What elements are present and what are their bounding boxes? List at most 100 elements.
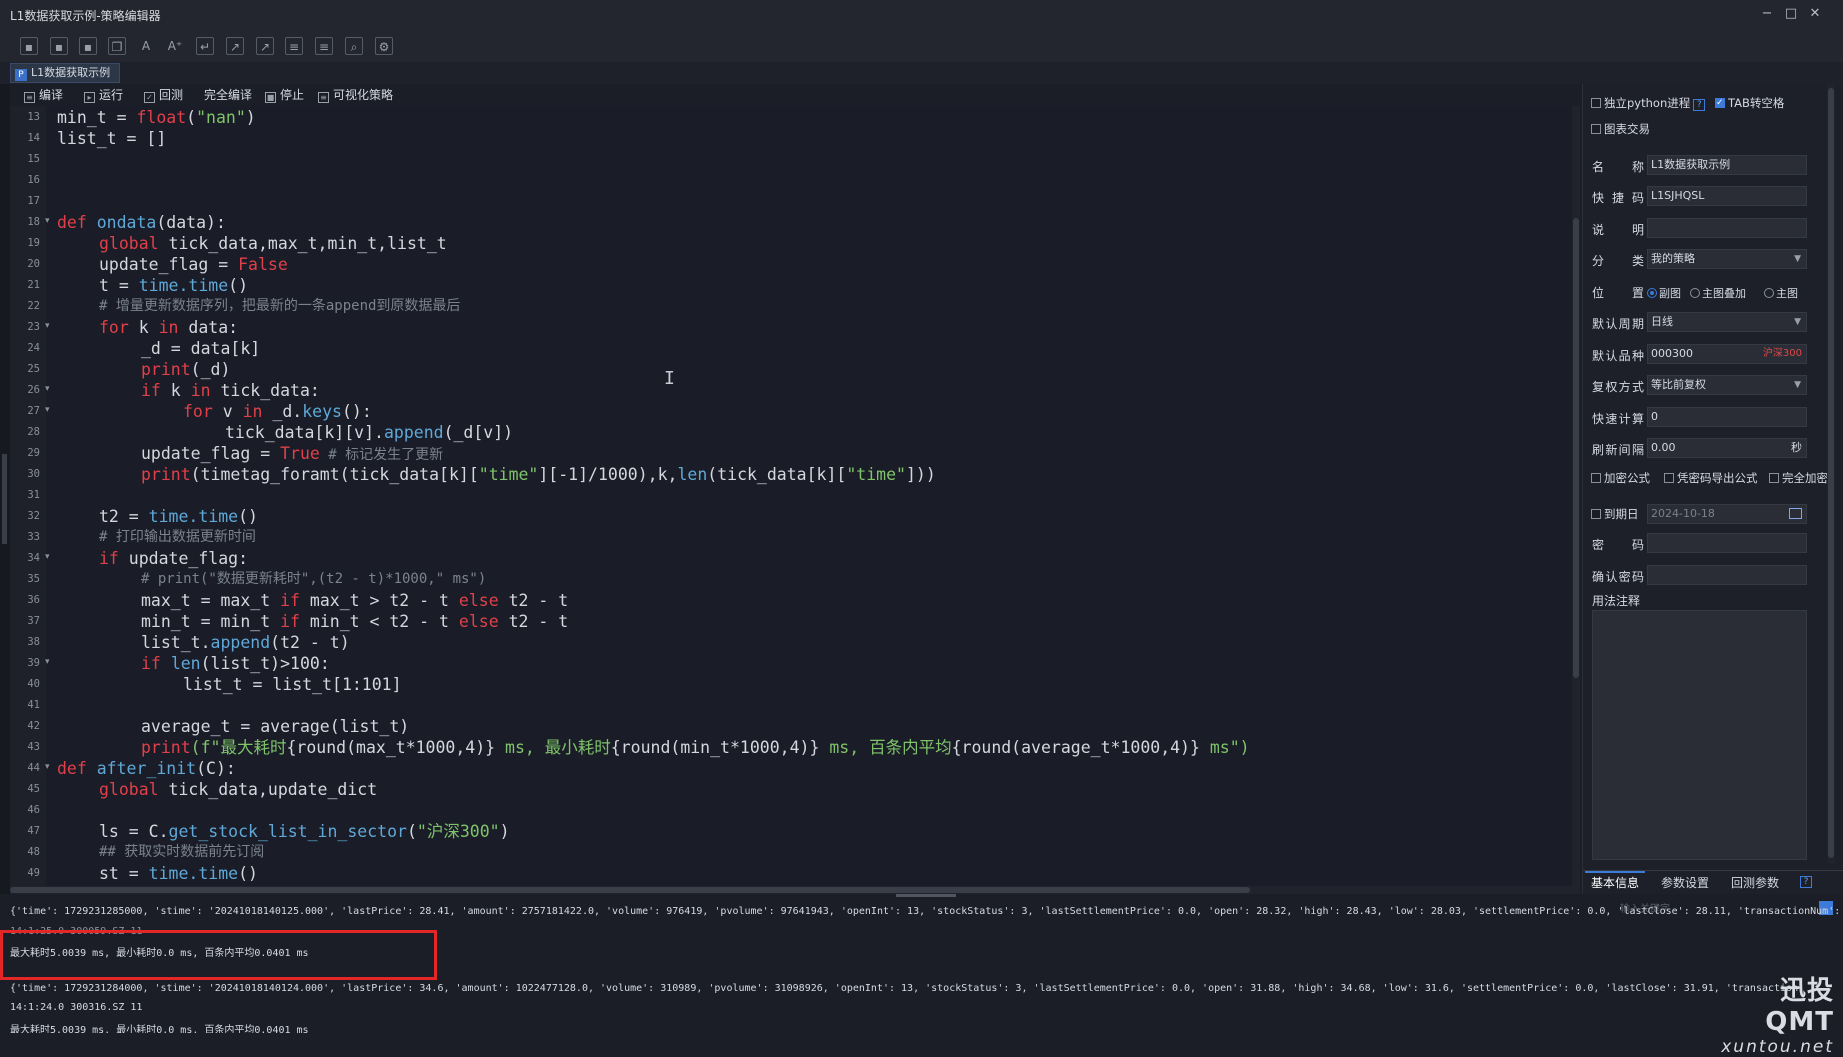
save-as-icon[interactable]: ▪	[50, 37, 68, 55]
code-line-45: global tick_data,update_dict	[99, 780, 378, 799]
checkbox-box-checked	[1715, 96, 1725, 110]
run-button[interactable]: ▸ 运行	[84, 87, 123, 103]
line-number: 48	[27, 846, 40, 858]
visual-strategy-button[interactable]: ≡ 可视化策略	[318, 87, 393, 103]
editor-horizontal-scroll-thumb[interactable]	[10, 887, 1250, 893]
fold-toggle-icon[interactable]: ▾	[45, 321, 50, 331]
usage-notes-textarea[interactable]	[1592, 610, 1807, 860]
tab-basic-info[interactable]: 基本信息	[1591, 874, 1639, 891]
description-input[interactable]	[1647, 218, 1807, 238]
watermark: 迅投QMT xuntou.net	[1712, 970, 1834, 1057]
file-list-icon[interactable]: ≡	[315, 37, 333, 55]
code-line-22: # 增量更新数据序列，把最新的一条append到原数据最后	[99, 298, 461, 314]
minimize-icon[interactable]: −	[1756, 4, 1778, 24]
position-sub-radio[interactable]: 副图	[1647, 285, 1681, 301]
code-line-14: list_t = []	[57, 129, 167, 148]
stop-button[interactable]: ■ 停止	[265, 87, 304, 103]
code-line-34: if update_flag:	[99, 549, 249, 568]
expiry-checkbox[interactable]: 到期日	[1591, 507, 1639, 521]
save-all-icon[interactable]: ▪	[79, 37, 97, 55]
export-with-password-checkbox[interactable]: 凭密码导出公式	[1664, 471, 1758, 485]
line-number: 17	[27, 195, 40, 207]
fold-toggle-icon[interactable]: ▾	[45, 552, 50, 562]
line-number: 31	[27, 489, 40, 501]
adjust-select[interactable]: 等比前复权 ▼	[1647, 375, 1807, 395]
fold-toggle-icon[interactable]: ▾	[45, 762, 50, 772]
export-all-icon[interactable]: ↗	[256, 37, 274, 55]
fold-toggle-icon[interactable]: ▾	[45, 384, 50, 394]
code-line-38: list_t.append(t2 - t)	[141, 633, 350, 652]
fold-toggle-icon[interactable]: ▾	[45, 405, 50, 415]
backtest-icon: ✓	[144, 92, 155, 103]
period-select[interactable]: 日线 ▼	[1647, 312, 1807, 332]
password-input[interactable]	[1647, 533, 1807, 553]
checkbox-box	[1591, 509, 1601, 519]
standalone-python-checkbox[interactable]: 独立python进程?	[1591, 96, 1706, 111]
refresh-value: 0.00	[1651, 441, 1676, 454]
refresh-input[interactable]: 0.00 秒	[1647, 438, 1807, 458]
import-icon[interactable]: ↵	[196, 37, 214, 55]
tab-param-settings[interactable]: 参数设置	[1661, 874, 1709, 891]
export-icon[interactable]: ↗	[226, 37, 244, 55]
tab-backtest-params[interactable]: 回测参数	[1731, 874, 1779, 891]
editor-vertical-scrollbar[interactable]	[1572, 106, 1580, 888]
checkbox-box	[1591, 98, 1601, 108]
file-settings-icon[interactable]: ⚙	[375, 37, 393, 55]
code-line-32: t2 = time.time()	[99, 507, 258, 526]
line-number: 47	[27, 825, 40, 837]
name-input[interactable]: L1数据获取示例	[1647, 155, 1807, 175]
copy-icon[interactable]: ❐	[108, 37, 126, 55]
radio-label: 主图	[1776, 287, 1798, 300]
code-line-40: list_t = list_t[1:101]	[183, 675, 402, 694]
run-label: 运行	[99, 88, 124, 102]
checkbox-label: 完全加密	[1782, 471, 1828, 485]
code-line-24: _d = data[k]	[141, 339, 261, 358]
checkbox-label: 加密公式	[1604, 471, 1650, 485]
font-larger-icon[interactable]: A⁺	[166, 37, 184, 55]
refresh-unit: 秒	[1791, 441, 1802, 454]
editor-horizontal-scrollbar[interactable]	[10, 886, 1580, 894]
category-select[interactable]: 我的策略 ▼	[1647, 249, 1807, 269]
position-overlay-radio[interactable]: 主图叠加	[1690, 285, 1746, 301]
line-number: 24	[27, 342, 40, 354]
expiry-date-input[interactable]: 2024-10-18	[1647, 504, 1807, 524]
encrypt-formula-checkbox[interactable]: 加密公式	[1591, 471, 1650, 485]
line-number: 42	[27, 720, 40, 732]
tab-l1-example[interactable]: P L1数据获取示例	[10, 63, 120, 83]
calendar-icon[interactable]	[1789, 508, 1802, 519]
full-encrypt-checkbox[interactable]: 完全加密	[1769, 471, 1828, 485]
editor-vertical-scroll-thumb[interactable]	[1573, 218, 1579, 678]
fold-toggle-icon[interactable]: ▾	[45, 657, 50, 667]
panel-scrollbar[interactable]	[1827, 84, 1835, 864]
backtest-button[interactable]: ✓ 回测	[144, 87, 183, 103]
file-search-icon[interactable]: ⌕	[345, 37, 363, 55]
radio-unselected	[1764, 288, 1774, 298]
line-number: 16	[27, 174, 40, 186]
fold-toggle-icon[interactable]: ▾	[45, 216, 50, 226]
left-dock-grip[interactable]	[2, 454, 7, 544]
save-icon[interactable]: ▪	[20, 37, 38, 55]
full-compile-button[interactable]: 完全编译	[204, 87, 252, 103]
help-icon[interactable]: ?	[1693, 99, 1706, 111]
line-number: 23	[27, 321, 40, 333]
symbol-input[interactable]: 000300 沪深300	[1647, 344, 1807, 364]
chart-trade-checkbox[interactable]: 图表交易	[1591, 122, 1650, 136]
confirm-password-input[interactable]	[1647, 565, 1807, 585]
file-icon[interactable]: ≡	[285, 37, 303, 55]
panel-scroll-thumb[interactable]	[1828, 88, 1834, 858]
help-icon[interactable]: ?	[1800, 876, 1812, 888]
code-editor[interactable]: 13 14 15 16 17 18 19 20 21 22 23 24 25 26 27 28 29 30 31 32…	[10, 106, 1580, 888]
font-smaller-icon[interactable]: A	[137, 37, 155, 55]
fast-calc-input[interactable]: 0	[1647, 407, 1807, 427]
position-main-radio[interactable]: 主图	[1764, 285, 1798, 301]
compile-button[interactable]: ≡ 编译	[24, 87, 63, 103]
close-icon[interactable]: ✕	[1804, 4, 1826, 24]
code-line-13: min_t = float("nan")	[57, 108, 256, 127]
splitter-grip[interactable]	[896, 894, 956, 897]
maximize-icon[interactable]: □	[1780, 4, 1802, 24]
line-number-gutter: 13 14 15 16 17 18 19 20 21 22 23 24 25 26 27 28 29 30 31 32…	[10, 106, 46, 888]
shortcut-input[interactable]: L1SJHQSL	[1647, 186, 1807, 206]
tab-to-space-checkbox[interactable]: TAB转空格	[1715, 96, 1784, 110]
code-line-23: for k in data:	[99, 318, 239, 337]
left-dock-edge	[0, 84, 10, 894]
